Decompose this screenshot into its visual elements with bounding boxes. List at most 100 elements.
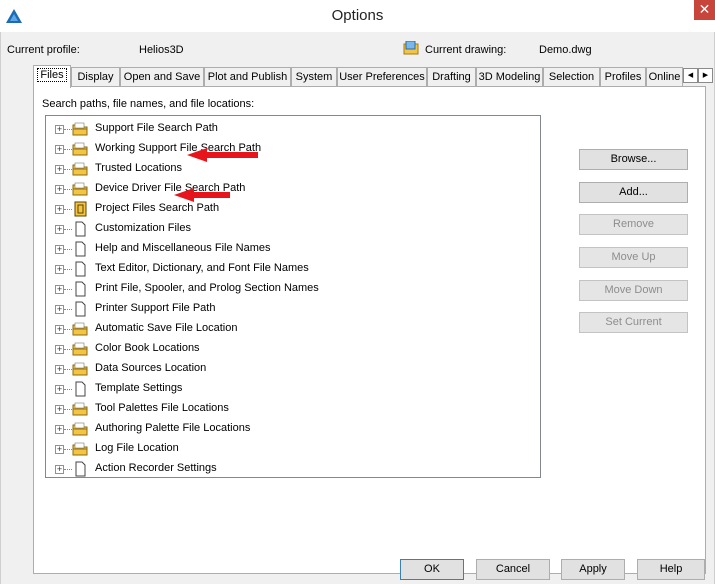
tab-plot-and-publish[interactable]: Plot and Publish <box>204 67 291 87</box>
tree-item-label: Template Settings <box>95 382 183 394</box>
tree-item[interactable]: + Support File Search Path <box>46 119 526 139</box>
tab-drafting[interactable]: Drafting <box>427 67 476 87</box>
expand-plus-icon[interactable]: + <box>55 125 64 134</box>
options-dialog: Current profile: Helios3D Current drawin… <box>0 32 715 584</box>
expand-plus-icon[interactable]: + <box>55 405 64 414</box>
tree-item[interactable]: + Device Driver File Search Path <box>46 179 526 199</box>
expand-plus-icon[interactable]: + <box>55 225 64 234</box>
tree-item[interactable]: + Authoring Palette File Locations <box>46 419 526 439</box>
scroll-down-arrow-icon[interactable]: ▼ <box>540 460 541 477</box>
expand-plus-icon[interactable]: + <box>55 145 64 154</box>
tree-item-label: Authoring Palette File Locations <box>95 422 251 434</box>
document-icon <box>75 241 86 257</box>
expand-plus-icon[interactable]: + <box>55 265 64 274</box>
expand-plus-icon[interactable]: + <box>55 185 64 194</box>
tree-item[interactable]: + Text Editor, Dictionary, and Font File … <box>46 259 526 279</box>
tree-connector <box>64 129 72 130</box>
expand-plus-icon[interactable]: + <box>55 465 64 474</box>
current-drawing-label: Current drawing: <box>425 44 507 56</box>
expand-plus-icon[interactable]: + <box>55 445 64 454</box>
folder-icon <box>72 422 88 436</box>
tree-item-label: Tool Palettes File Locations <box>95 402 229 414</box>
tree-item[interactable]: + Help and Miscellaneous File Names <box>46 239 526 259</box>
cancel-button[interactable]: Cancel <box>476 559 550 580</box>
document-icon <box>75 281 86 297</box>
expand-plus-icon[interactable]: + <box>55 345 64 354</box>
tree-item-label: Support File Search Path <box>95 122 218 134</box>
tree-item[interactable]: + Project Files Search Path <box>46 199 526 219</box>
tab-system[interactable]: System <box>291 67 337 87</box>
tree-connector <box>64 209 72 210</box>
ok-button[interactable]: OK <box>400 559 464 580</box>
tree-item[interactable]: + Automatic Save File Location <box>46 319 526 339</box>
document-icon <box>75 461 86 477</box>
folder-icon <box>72 322 88 336</box>
close-button[interactable]: ✕ <box>694 0 715 20</box>
tab-profiles[interactable]: Profiles <box>600 67 646 87</box>
tree-item[interactable]: + Data Sources Location <box>46 359 526 379</box>
expand-plus-icon[interactable]: + <box>55 285 64 294</box>
tree-item-label: Action Recorder Settings <box>95 462 217 474</box>
document-icon <box>75 261 86 277</box>
expand-plus-icon[interactable]: + <box>55 245 64 254</box>
tab-scroll-left-button[interactable]: ◀ <box>683 68 698 83</box>
tree-connector <box>64 469 72 470</box>
annotation-arrow-icon <box>187 148 258 162</box>
folder-icon <box>72 162 88 176</box>
expand-plus-icon[interactable]: + <box>55 305 64 314</box>
drawing-icon <box>403 41 419 55</box>
tree-item[interactable]: + Print File, Spooler, and Prolog Section… <box>46 279 526 299</box>
help-button[interactable]: Help <box>637 559 705 580</box>
tree-item[interactable]: + Action Recorder Settings <box>46 459 526 477</box>
tab-selection[interactable]: Selection <box>543 67 600 87</box>
expand-plus-icon[interactable]: + <box>55 425 64 434</box>
folder-icon <box>72 182 88 196</box>
tree-item[interactable]: + Color Book Locations <box>46 339 526 359</box>
tab-strip: Files Display Open and Save Plot and Pub… <box>33 65 715 88</box>
tree-item[interactable]: + Log File Location <box>46 439 526 459</box>
tab-display[interactable]: Display <box>71 67 120 87</box>
folder-icon <box>72 402 88 416</box>
title-bar: Options ✕ <box>0 0 715 32</box>
tree-item[interactable]: + Template Settings <box>46 379 526 399</box>
expand-plus-icon[interactable]: + <box>55 385 64 394</box>
document-icon <box>75 301 86 317</box>
profile-row: Current profile: Helios3D Current drawin… <box>1 32 715 62</box>
tree-connector <box>64 269 72 270</box>
tree-connector <box>64 229 72 230</box>
expand-plus-icon[interactable]: + <box>55 205 64 214</box>
tree-item-label: Data Sources Location <box>95 362 207 374</box>
expand-plus-icon[interactable]: + <box>55 325 64 334</box>
expand-plus-icon[interactable]: + <box>55 365 64 374</box>
tree-connector <box>64 249 72 250</box>
project-file-icon <box>74 201 87 217</box>
tab-online[interactable]: Online <box>646 67 683 87</box>
tab-open-and-save[interactable]: Open and Save <box>120 67 204 87</box>
current-profile-value: Helios3D <box>139 44 184 56</box>
tree-scrollbar[interactable]: ▲ ▼ <box>540 116 541 477</box>
tree-item[interactable]: + Customization Files <box>46 219 526 239</box>
tree-item[interactable]: + Printer Support File Path <box>46 299 526 319</box>
browse-button[interactable]: Browse... <box>579 149 688 170</box>
search-paths-tree[interactable]: + Support File Search Path + Working Suppor… <box>45 115 541 478</box>
tree-item[interactable]: + Tool Palettes File Locations <box>46 399 526 419</box>
move-up-button[interactable]: Move Up <box>579 247 688 268</box>
document-icon <box>75 381 86 397</box>
add-button[interactable]: Add... <box>579 182 688 203</box>
annotation-arrow-icon <box>174 188 230 202</box>
tab-files[interactable]: Files <box>33 65 71 88</box>
tab-3d-modeling[interactable]: 3D Modeling <box>476 67 543 87</box>
folder-icon <box>72 362 88 376</box>
tree-item[interactable]: + Trusted Locations <box>46 159 526 179</box>
scroll-up-arrow-icon[interactable]: ▲ <box>540 116 541 133</box>
window-title: Options <box>331 7 384 24</box>
tree-item[interactable]: + Working Support File Search Path <box>46 139 526 159</box>
tab-user-preferences[interactable]: User Preferences <box>337 67 427 87</box>
remove-button[interactable]: Remove <box>579 214 688 235</box>
tree-item-label: Help and Miscellaneous File Names <box>95 242 271 254</box>
apply-button[interactable]: Apply <box>561 559 625 580</box>
set-current-button[interactable]: Set Current <box>579 312 688 333</box>
expand-plus-icon[interactable]: + <box>55 165 64 174</box>
tab-scroll-right-button[interactable]: ▶ <box>698 68 713 83</box>
move-down-button[interactable]: Move Down <box>579 280 688 301</box>
